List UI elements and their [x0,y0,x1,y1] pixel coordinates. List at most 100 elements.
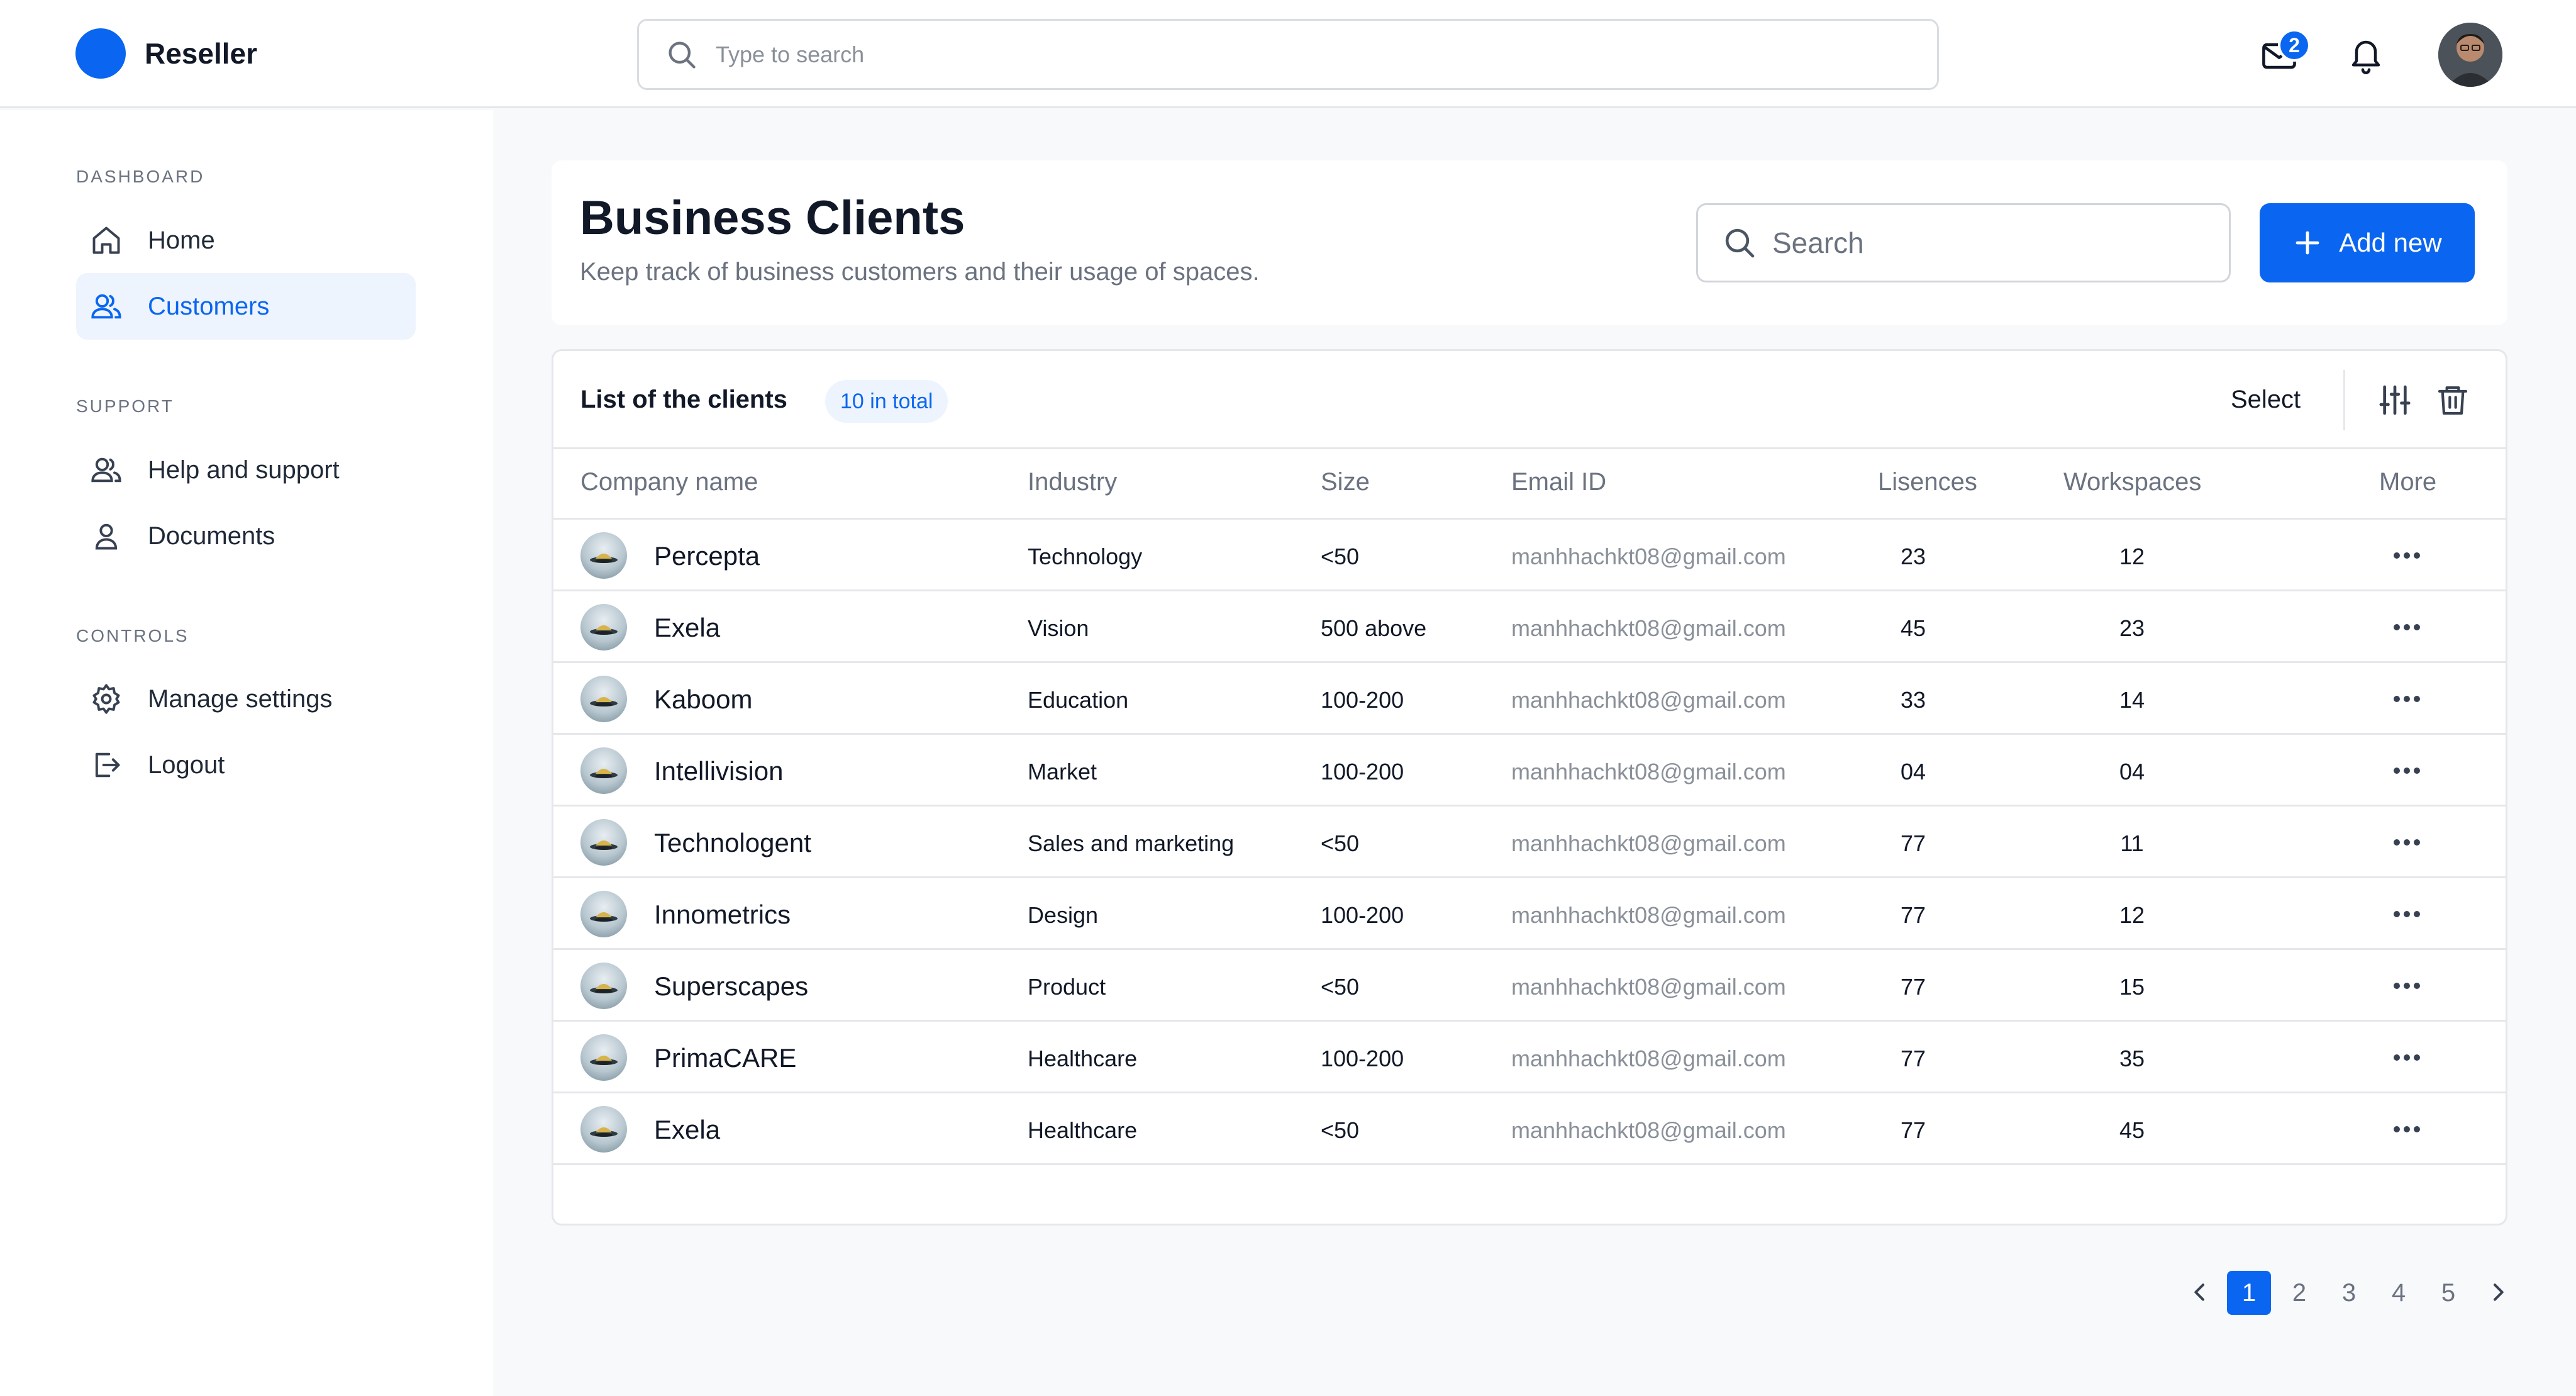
table-row[interactable]: Kaboom Education 100-200 manhhachkt08@gm… [553,663,2506,735]
more-options-icon[interactable] [2388,976,2426,995]
page-3-button[interactable]: 3 [2327,1271,2371,1315]
more-options-icon[interactable] [2388,905,2426,924]
workspaces-cell: 12 [2119,544,2145,569]
company-logo [580,676,627,722]
company-logo [580,963,627,1009]
company-name[interactable]: Superscapes [654,971,808,1002]
select-button[interactable]: Select [2231,386,2301,414]
table-row[interactable]: Intellivision Market 100-200 manhhachkt0… [553,735,2506,807]
industry-cell: Product [1028,974,1106,1000]
sidebar-item-label: Home [148,226,215,254]
top-search-input[interactable] [716,41,1848,68]
page-5-button[interactable]: 5 [2426,1271,2470,1315]
column-header-company[interactable]: Company name [580,468,758,496]
table-row[interactable]: Exela Healthcare <50 manhhachkt08@gmail.… [553,1093,2506,1165]
user-avatar[interactable] [2438,23,2502,87]
licences-cell: 77 [1900,1046,1926,1071]
add-new-button[interactable]: Add new [2260,203,2475,282]
page-title: Business Clients [580,191,965,245]
company-logo [580,532,627,579]
sidebar-item-label: Manage settings [148,684,333,713]
sidebar-item-manage-settings[interactable]: Manage settings [76,666,416,732]
section-title-dashboard: DASHBOARD [76,167,205,186]
page-1-button[interactable]: 1 [2227,1271,2271,1315]
size-cell: <50 [1321,1117,1360,1143]
company-name[interactable]: PrimaCARE [654,1043,796,1073]
more-options-icon[interactable] [2388,1048,2426,1067]
email-cell: manhhachkt08@gmail.com [1511,830,1786,856]
more-options-icon[interactable] [2388,833,2426,852]
company-logo [580,1034,627,1081]
sidebar-item-customers[interactable]: Customers [76,273,416,340]
licences-cell: 23 [1900,544,1926,569]
avatar-image [2438,23,2502,87]
more-options-icon[interactable] [2388,761,2426,780]
licences-cell: 77 [1900,902,1926,928]
sidebar-item-help-and-support[interactable]: Help and support [76,437,416,503]
column-header-workspaces[interactable]: Workspaces [2063,468,2201,496]
email-cell: manhhachkt08@gmail.com [1511,615,1786,641]
table-row[interactable]: PrimaCARE Healthcare 100-200 manhhachkt0… [553,1022,2506,1093]
page-4-button[interactable]: 4 [2377,1271,2421,1315]
company-name[interactable]: Kaboom [654,684,752,715]
table-row[interactable]: Technologent Sales and marketing <50 man… [553,807,2506,878]
top-search-box[interactable] [637,19,1939,90]
sidebar-item-logout[interactable]: Logout [76,732,416,798]
company-name[interactable]: Exela [654,1115,720,1145]
table-title: List of the clients [580,386,787,413]
clients-table-card: List of the clients 10 in total Select C… [552,349,2507,1226]
more-options-icon[interactable] [2388,546,2426,565]
sidebar-item-home[interactable]: Home [76,207,416,274]
table-row[interactable]: Percepta Technology <50 manhhachkt08@gma… [553,520,2506,591]
licences-cell: 77 [1900,1117,1926,1143]
company-name[interactable]: Intellivision [654,756,783,786]
brand[interactable]: Reseller [75,28,257,79]
licences-cell: 04 [1900,759,1926,785]
licences-cell: 33 [1900,687,1926,713]
top-bar: Reseller 2 [0,0,2576,108]
bell-icon[interactable] [2347,34,2385,75]
industry-cell: Sales and marketing [1028,830,1235,856]
company-logo [580,1106,627,1153]
column-header-size[interactable]: Size [1321,468,1370,496]
table-row[interactable]: Exela Vision 500 above manhhachkt08@gmai… [553,591,2506,663]
company-name[interactable]: Exela [654,613,720,643]
sidebar-item-label: Logout [148,751,225,779]
company-name[interactable]: Technologent [654,828,811,858]
company-logo-image [590,769,618,778]
column-header-licences[interactable]: Lisences [1878,468,1977,496]
sidebar-item-documents[interactable]: Documents [76,503,416,569]
table-row[interactable]: Innometrics Design 100-200 manhhachkt08@… [553,878,2506,950]
size-cell: <50 [1321,974,1360,1000]
search-icon [669,41,696,69]
more-options-icon[interactable] [2388,690,2426,708]
company-name[interactable]: Percepta [654,541,760,571]
table-row[interactable]: Superscapes Product <50 manhhachkt08@gma… [553,950,2506,1022]
home-icon [92,226,120,254]
clients-search-input[interactable] [1772,226,2212,260]
column-header-industry[interactable]: Industry [1028,468,1117,496]
size-cell: 100-200 [1321,1046,1404,1071]
company-logo-image [590,625,618,635]
more-options-icon[interactable] [2388,1120,2426,1139]
workspaces-cell: 15 [2119,974,2145,1000]
clients-search-box[interactable] [1696,203,2231,282]
brand-logo [75,28,126,79]
email-cell: manhhachkt08@gmail.com [1511,759,1786,785]
page-2-button[interactable]: 2 [2277,1271,2321,1315]
chevron-left-icon[interactable] [2187,1280,2212,1305]
column-header-email[interactable]: Email ID [1511,468,1606,496]
filter-sliders-icon[interactable] [2377,383,2412,418]
email-cell: manhhachkt08@gmail.com [1511,902,1786,928]
workspaces-cell: 14 [2119,687,2145,713]
toolbar-divider [2343,370,2345,430]
company-name[interactable]: Innometrics [654,900,791,930]
trash-icon[interactable] [2435,383,2470,418]
section-title-controls: CONTROLS [76,626,189,645]
more-options-icon[interactable] [2388,618,2426,637]
mail-count-badge: 2 [2278,29,2311,62]
company-logo-image [590,1127,618,1137]
licences-cell: 77 [1900,830,1926,856]
chevron-right-icon[interactable] [2485,1280,2511,1305]
email-cell: manhhachkt08@gmail.com [1511,1046,1786,1071]
